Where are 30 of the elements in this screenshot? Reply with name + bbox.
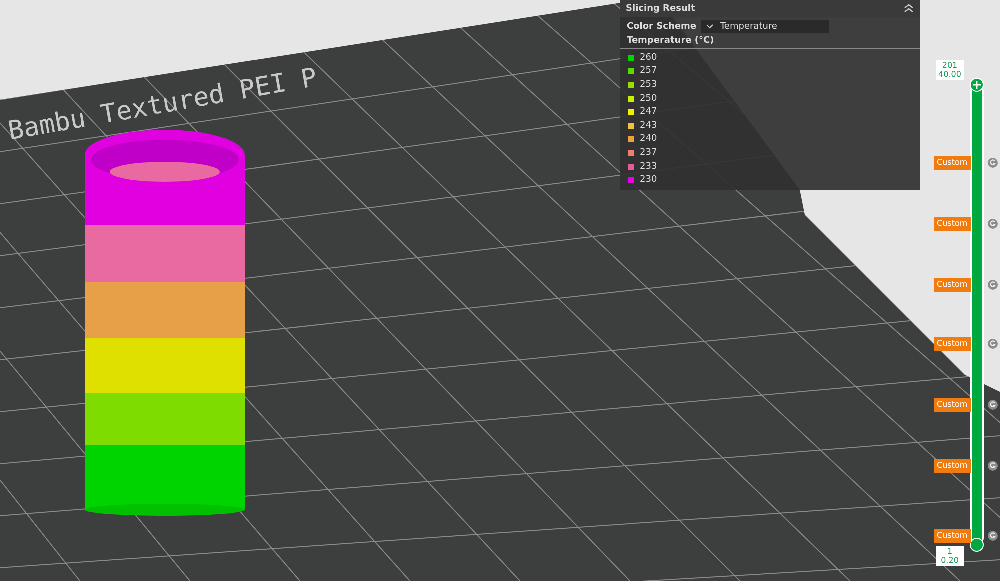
- color-scheme-dropdown[interactable]: Temperature: [701, 20, 830, 33]
- plate-label: Bambu Textured PEI P: [6, 62, 320, 147]
- gcode-icon[interactable]: [988, 400, 998, 410]
- custom-marker[interactable]: Custom: [934, 459, 971, 473]
- custom-marker[interactable]: Custom: [934, 278, 971, 292]
- legend-value: 237: [640, 148, 658, 158]
- gcode-icon[interactable]: [988, 461, 998, 471]
- upper-layer-label: 201 40.00: [936, 60, 964, 80]
- caret-icon: [706, 24, 714, 29]
- color-scheme-label: Color Scheme: [627, 22, 696, 32]
- upper-thumb[interactable]: [970, 78, 984, 92]
- custom-marker[interactable]: Custom: [934, 217, 971, 231]
- panel-title: Slicing Result: [626, 4, 696, 14]
- legend-value: 253: [640, 80, 658, 90]
- legend-value: 260: [640, 52, 658, 63]
- legend-value: 233: [640, 162, 658, 172]
- collapse-icon[interactable]: [904, 4, 914, 13]
- legend-value: 247: [640, 107, 658, 118]
- legend-value: 230: [640, 175, 658, 186]
- custom-marker[interactable]: Custom: [934, 337, 971, 351]
- custom-marker[interactable]: Custom: [934, 156, 971, 170]
- gcode-icon[interactable]: [988, 531, 998, 541]
- legend-value: 250: [640, 94, 658, 104]
- lower-layer-label: 1 0.20: [936, 546, 964, 566]
- legend-value: 257: [640, 66, 658, 76]
- custom-marker[interactable]: Custom: [934, 398, 971, 412]
- legend-value: 240: [640, 134, 658, 144]
- custom-marker[interactable]: Custom: [934, 529, 971, 543]
- legend-title: Temperature (°C): [620, 33, 920, 49]
- legend-value: 243: [640, 120, 658, 131]
